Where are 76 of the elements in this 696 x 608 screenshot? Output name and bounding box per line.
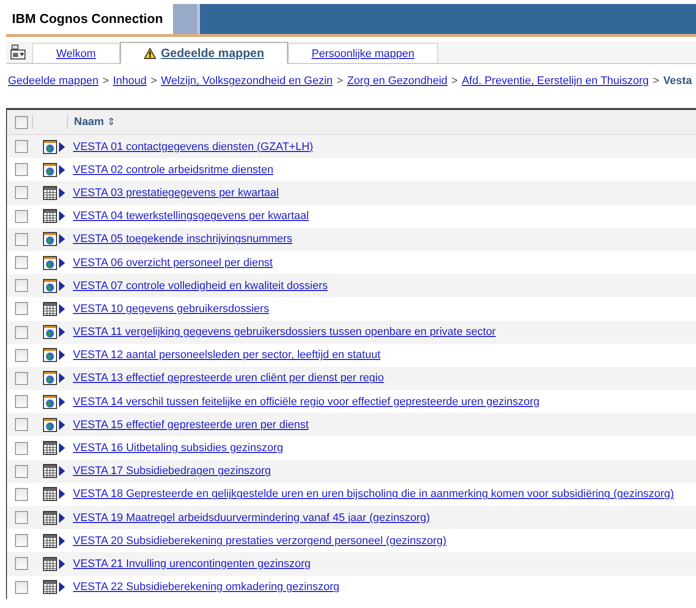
row-checkbox[interactable] (15, 186, 28, 200)
row-checkbox[interactable] (15, 511, 28, 524)
breadcrumb-separator: > (336, 75, 344, 89)
report-link[interactable]: VESTA 05 toegekende inschrijvingsnummers (73, 233, 292, 246)
run-icon[interactable] (59, 234, 65, 244)
run-icon[interactable] (59, 280, 65, 291)
row-checkbox[interactable] (15, 418, 28, 432)
report-link[interactable]: VESTA 12 aantal personeelsleden per sector, leeftijd en statuut (73, 349, 380, 362)
run-icon[interactable] (59, 489, 65, 500)
breadcrumb-link[interactable]: Zorg en Gezondheid (347, 75, 448, 96)
app-title: IBM Cognos Connection (11, 10, 164, 28)
breadcrumb-link[interactable]: Inhoud (112, 75, 147, 96)
breadcrumb-link[interactable]: Welzijn, Volksgezondheid en Gezin (161, 75, 333, 96)
row-checkbox[interactable] (15, 279, 28, 292)
tab[interactable]: Welkom (32, 43, 120, 63)
report-link[interactable]: VESTA 22 Subsidieberekening omkadering gezinszorg (73, 581, 340, 594)
row-checkbox[interactable] (15, 232, 28, 246)
row-checkbox[interactable] (15, 348, 28, 362)
run-icon[interactable] (59, 350, 65, 360)
report-link[interactable]: VESTA 01 contactgegevens diensten (GZAT+LH) (73, 140, 314, 153)
report-link[interactable]: VESTA 07 controle volledigheid en kwaliteit dossiers (73, 280, 328, 292)
row-checkbox[interactable] (15, 534, 28, 548)
run-icon[interactable] (59, 373, 65, 384)
select-all-checkbox[interactable] (15, 116, 28, 128)
report-link[interactable]: VESTA 14 verschil tussen feitelijke en officiële regio voor effectief gepresteerde uren gezinszorg (73, 396, 540, 408)
breadcrumb-link[interactable]: Afd. Preventie, Eerstelijn en Thuiszorg (462, 75, 649, 96)
report-link[interactable]: VESTA 18 Gepresteerde en gelijkgestelde uren en uren bijscholing die in aanmerking komen voor subsidiëring (gezinszorg) (73, 488, 674, 500)
row-checkbox[interactable] (15, 488, 28, 501)
breadcrumb-link[interactable]: Gedeelde mappen (8, 75, 99, 96)
breadcrumb-separator: > (150, 75, 158, 89)
row-checkbox[interactable] (15, 557, 28, 570)
run-icon[interactable] (59, 142, 65, 152)
breadcrumb-separator: > (652, 75, 660, 89)
breadcrumb-separator: > (102, 75, 109, 89)
report-link[interactable]: VESTA 03 prestatiegegevens per kwartaal (73, 186, 279, 199)
run-icon[interactable] (59, 443, 65, 454)
tab[interactable]: Persoonlijke mappen (288, 43, 438, 63)
report-link[interactable]: VESTA 10 gegevens gebruikersdossiers (73, 302, 270, 315)
run-icon[interactable] (59, 304, 65, 314)
run-icon[interactable] (59, 258, 65, 268)
breadcrumb-current: Vesta (663, 75, 692, 89)
row-checkbox[interactable] (15, 395, 28, 408)
report-link[interactable]: VESTA 04 tewerkstellingsgegevens per kwartaal (73, 210, 309, 222)
row-checkbox[interactable] (15, 442, 28, 455)
report-link[interactable]: VESTA 16 Uitbetaling subsidies gezinszorg (73, 442, 284, 454)
tab[interactable]: Gedeelde mappen (120, 42, 288, 64)
row-checkbox[interactable] (15, 372, 28, 385)
run-icon[interactable] (59, 536, 65, 546)
run-icon[interactable] (59, 466, 65, 476)
report-link[interactable]: VESTA 20 Subsidieberekening prestaties verzorgend personeel (gezinszorg) (73, 534, 446, 547)
folder-icon[interactable] (10, 44, 26, 60)
run-icon[interactable] (59, 512, 65, 523)
report-link[interactable]: VESTA 15 effectief gepresteerde uren per dienst (73, 418, 309, 431)
run-icon[interactable] (59, 582, 65, 592)
run-icon[interactable] (59, 327, 65, 338)
row-checkbox[interactable] (15, 140, 28, 154)
row-checkbox[interactable] (15, 580, 28, 594)
row-checkbox[interactable] (15, 163, 28, 176)
report-link[interactable]: VESTA 17 Subsidiebedragen gezinszorg (73, 465, 271, 478)
breadcrumb-separator: > (451, 75, 458, 89)
row-checkbox[interactable] (15, 464, 28, 478)
row-checkbox[interactable] (15, 210, 28, 223)
run-icon[interactable] (59, 211, 65, 222)
report-link[interactable]: VESTA 21 Invulling urencontingenten gezinszorg (73, 558, 311, 570)
run-icon[interactable] (59, 558, 65, 569)
report-link[interactable]: VESTA 02 controle arbeidsritme diensten (73, 164, 274, 176)
row-checkbox[interactable] (15, 326, 28, 339)
row-checkbox[interactable] (15, 302, 28, 316)
run-icon[interactable] (59, 396, 65, 407)
report-link[interactable]: VESTA 06 overzicht personeel per dienst (73, 256, 273, 269)
run-icon[interactable] (59, 188, 65, 198)
run-icon[interactable] (59, 164, 65, 175)
run-icon[interactable] (59, 420, 65, 430)
column-header[interactable]: Naam (74, 116, 104, 128)
sort-icon[interactable]: ⇕ (106, 116, 115, 128)
row-checkbox[interactable] (15, 256, 28, 270)
